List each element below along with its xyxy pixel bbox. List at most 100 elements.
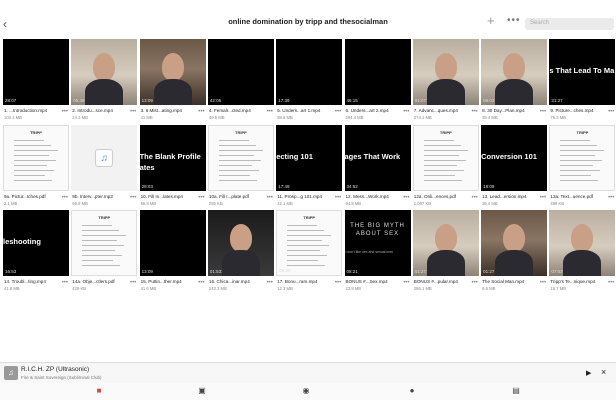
more-icon[interactable]: ••• (62, 280, 68, 286)
more-icon[interactable]: ••• (62, 109, 68, 115)
more-icon[interactable]: ••• (335, 195, 341, 201)
file-tile[interactable]: ecting 101 17:49 11. Prosp...g 101.mp4 42.1… (276, 124, 343, 210)
file-tile[interactable]: 13:09 15. Puttin...ther.mp4 41.6 MB ••• (139, 210, 206, 295)
file-tile[interactable]: TRIPP 10a. Fill I...plate.pdf 255 KB ••• (207, 124, 274, 210)
file-thumbnail: 05:49 (71, 39, 138, 105)
duration-label: 28:03 (141, 183, 153, 189)
file-thumbnail: s That Lead To Ma 31:27 (549, 39, 616, 105)
file-tile[interactable]: 09:03 8. 30 Day...Plan.mp4 35.4 MB ••• (481, 39, 548, 124)
doc-line (218, 164, 252, 166)
file-size: 489 KB (550, 200, 565, 206)
more-icon[interactable]: ••• (471, 109, 477, 115)
more-icon[interactable]: ••• (130, 195, 136, 201)
file-tile[interactable]: THE BIG MYTH ABOUT SEX n don't like sex a… (344, 210, 411, 295)
more-icon[interactable]: ••• (267, 195, 273, 201)
file-tile[interactable]: TRIPP 05:29 17. Bonu...ram.mp4 12.3 MB ••• (276, 210, 343, 295)
doc-line (82, 260, 114, 261)
file-tile[interactable]: 13:09 3. 6 Mist...ating.mp4 41 MB ••• (139, 39, 206, 124)
doc-line (82, 250, 116, 251)
file-thumbnail: 01:07:12 (412, 39, 479, 105)
more-icon[interactable]: ••• (608, 280, 614, 286)
play-circle-icon[interactable]: ◉ (300, 386, 312, 396)
file-tile[interactable]: 01:53:21 16. Chica...inar.mp4 243.3 MB ••• (207, 210, 274, 295)
doc-line (287, 235, 332, 236)
doc-line (218, 179, 257, 181)
more-icon[interactable]: ••• (608, 109, 614, 115)
file-tile[interactable]: 05:49 2. Introdu...sce.mp4 24.3 MB ••• (71, 39, 138, 124)
file-tile[interactable]: The Blank Profile ates 28:03 10. Fill In...… (139, 124, 206, 210)
more-icon[interactable]: ••• (471, 195, 477, 201)
more-icon[interactable]: ••• (403, 280, 409, 286)
file-tile[interactable]: 42:05 4. Femalr...cted.mp4 49.5 MB ••• (207, 39, 274, 124)
file-name: 15. Puttin...ther.mp4 (140, 279, 182, 284)
file-tile[interactable]: leshooting 16:53 14. Troubl...ting.mp4 41.8… (3, 210, 69, 295)
duration-label: 08:21 (346, 269, 358, 274)
doc-header: TRIPP (30, 129, 42, 135)
doc-line (14, 169, 54, 171)
file-tile[interactable]: s That Lead To Ma 31:27 9. Picture...ches.… (549, 39, 616, 124)
file-name: 9. Picture...ches.mp4 (550, 108, 594, 113)
chat-icon[interactable]: ● (406, 386, 418, 396)
film-icon[interactable]: ▤ (510, 386, 522, 396)
photo-icon[interactable]: ▣ (196, 386, 208, 396)
more-icon[interactable]: ••• (403, 109, 409, 115)
more-icon[interactable]: ••• (198, 109, 204, 115)
file-tile[interactable]: TRIPP 12a. Onli...ences.pdf 1,067 KB ••• (412, 124, 479, 210)
thumbnail-caption: ates (139, 162, 155, 172)
doc-line (14, 139, 44, 141)
more-icon[interactable]: ••• (62, 195, 68, 201)
file-tile[interactable]: 46:15 6. Unders...art 2.mp4 204.4 MB ••• (344, 39, 411, 124)
doc-line (560, 179, 599, 181)
duration-label: 46:15 (346, 98, 358, 103)
now-playing-bar[interactable]: ♫ R.I.C.H. ZP (Ultrasonic) Fire & Saint … (0, 362, 616, 383)
more-icon[interactable]: ••• (130, 109, 136, 115)
file-tile[interactable]: 01:07:12 7. Advanc...ques.mp4 274.1 MB ••• (412, 39, 479, 124)
more-icon[interactable]: ••• (198, 195, 204, 201)
more-icon[interactable]: ••• (608, 195, 614, 201)
duration-label: 05:29 (279, 268, 291, 273)
file-tile[interactable]: 01:27:46 BONUS #...pular.mp4 286.1 MB ••• (412, 210, 479, 295)
search-input[interactable]: Search (525, 18, 614, 30)
folder-icon[interactable]: ■ (93, 386, 105, 396)
file-name: 10. Fill In...lates.mp4 (140, 193, 183, 199)
doc-header: TRIPP (235, 129, 247, 135)
doc-line (423, 164, 457, 166)
more-icon[interactable]: ••• (507, 15, 521, 26)
play-icon[interactable]: ▶ (586, 369, 591, 377)
more-icon[interactable]: ••• (335, 109, 341, 115)
file-thumbnail: 13:09 (139, 210, 206, 276)
more-icon[interactable]: ••• (540, 195, 546, 201)
file-tile[interactable]: TRIPP 14a. Obje...ctlers.pdf 429 KB ••• (71, 210, 138, 295)
more-icon[interactable]: ••• (540, 280, 546, 286)
file-size: 6.6 MB (482, 286, 496, 291)
file-tile[interactable]: ages That Work 34:52 12. Mess...Work.mp4 94… (344, 124, 411, 210)
more-icon[interactable]: ••• (198, 280, 204, 286)
file-tile[interactable]: TRIPP 9a. Pictur...tches.pdf 2.1 MB ••• (3, 124, 69, 210)
file-tile[interactable]: 17:39 5. Unders...art 1.mp4 89.6 MB ••• (276, 39, 343, 124)
file-tile[interactable]: 07:03 Tripp's Te...nique.mp4 16.7 MB ••• (549, 210, 616, 295)
file-thumbnail: 17:39 (276, 39, 343, 105)
file-tile[interactable]: ♫ 9b. Interv...pter.mp3 95.5 MB ••• (71, 124, 138, 210)
file-tile[interactable]: 28:07 1. ...Introduction.mp4 103.1 MB ••• (3, 39, 69, 124)
more-icon[interactable]: ••• (267, 109, 273, 115)
more-icon[interactable]: ••• (540, 109, 546, 115)
more-icon[interactable]: ••• (403, 195, 409, 201)
doc-line (287, 240, 323, 241)
file-thumbnail: ♫ (71, 124, 138, 191)
file-tile[interactable]: TRIPP 13a. Text...uence.pdf 489 KB ••• (549, 124, 616, 210)
more-icon[interactable]: ••• (130, 280, 136, 286)
more-icon[interactable]: ••• (471, 280, 477, 286)
file-tile[interactable]: 01:27 The Social Man.mp4 6.6 MB ••• (481, 210, 548, 295)
close-icon[interactable]: × (601, 367, 606, 377)
file-name: 16. Chica...inar.mp4 (208, 279, 250, 284)
duration-label: 01:27:46 (414, 269, 433, 274)
more-icon[interactable]: ••• (335, 280, 341, 286)
duration-label: 07:03 (551, 269, 563, 274)
more-icon[interactable]: ••• (267, 280, 273, 286)
doc-header: TRIPP (303, 215, 316, 220)
file-name: 3. 6 Mist...ating.mp4 (140, 108, 182, 113)
file-tile[interactable]: Conversion 101 18:09 13. Lead...ersion.mp4… (481, 124, 548, 210)
add-icon[interactable]: + (487, 13, 495, 28)
file-thumbnail: The Blank Profile ates 28:03 (139, 124, 206, 191)
doc-line (287, 250, 321, 251)
